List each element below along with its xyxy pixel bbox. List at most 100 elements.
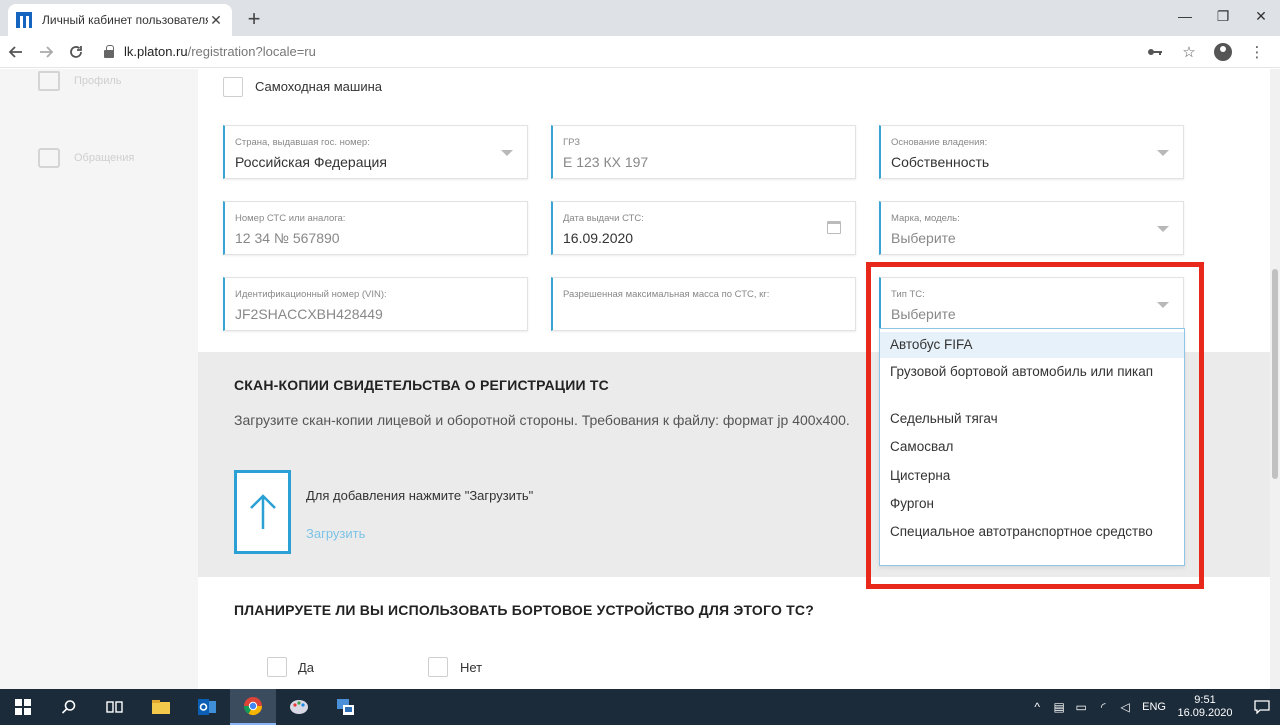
upload-link[interactable]: Загрузить xyxy=(306,526,365,541)
reload-button[interactable] xyxy=(62,38,90,66)
folder-icon xyxy=(152,700,170,714)
account-icon xyxy=(1214,42,1232,61)
sts-number-value: 12 34 № 567890 xyxy=(235,230,340,246)
tab-close-icon[interactable]: ✕ xyxy=(208,12,224,29)
outlook-button[interactable] xyxy=(184,689,230,725)
vehicle-type-select[interactable]: Тип ТС: Выберите xyxy=(879,277,1184,331)
ownership-value: Собственность xyxy=(891,154,990,170)
arrow-up-icon xyxy=(249,494,276,529)
windows-taskbar: ^ ▤ ▭ ◜ ◁ ENG 9:51 16.09.2020 xyxy=(0,689,1280,725)
sidebar-item-label: Обращения xyxy=(74,152,135,164)
browser-toolbar: lk.platon.ru /registration?locale=ru ☆ ⋮ xyxy=(0,36,1280,68)
volume-icon[interactable]: ◁ xyxy=(1114,700,1136,714)
chevron-down-icon xyxy=(1157,302,1169,308)
remote-app-button[interactable] xyxy=(322,689,368,725)
self-propelled-label: Самоходная машина xyxy=(255,79,382,94)
message-icon xyxy=(38,148,60,168)
browser-tab-bar: Личный кабинет пользователя ✕ + — ❐ ✕ xyxy=(0,0,1280,36)
maximize-button[interactable]: ❐ xyxy=(1204,0,1242,32)
minimize-button[interactable]: — xyxy=(1166,0,1204,32)
back-button[interactable] xyxy=(2,38,30,66)
sts-number-input[interactable]: Номер СТС или аналога: 12 34 № 567890 xyxy=(223,201,528,255)
monitor-icon xyxy=(337,699,354,715)
chrome-button[interactable] xyxy=(230,689,276,725)
brand-model-label: Марка, модель: xyxy=(891,213,960,224)
chevron-down-icon xyxy=(1157,226,1169,232)
language-indicator[interactable]: ENG xyxy=(1142,701,1166,713)
close-window-button[interactable]: ✕ xyxy=(1242,0,1280,32)
file-explorer-button[interactable] xyxy=(138,689,184,725)
vehicle-type-option[interactable]: Седельный тягач xyxy=(880,409,1184,428)
vehicle-type-dropdown: Автобус FIFA Грузовой бортовой автомобил… xyxy=(879,328,1185,566)
sidebar-item-profile[interactable]: Профиль xyxy=(38,71,122,91)
browser-tab[interactable]: Личный кабинет пользователя ✕ xyxy=(8,4,232,36)
platon-favicon-icon xyxy=(16,12,32,28)
vehicle-type-option[interactable]: Цистерна xyxy=(880,466,1184,485)
new-tab-button[interactable]: + xyxy=(242,6,266,32)
vehicle-type-label: Тип ТС: xyxy=(891,289,925,300)
vin-input[interactable]: Идентификационный номер (VIN): JF2SHACCX… xyxy=(223,277,528,331)
reload-icon xyxy=(70,45,82,58)
notifications-button[interactable] xyxy=(1244,700,1280,714)
onboard-yes-checkbox[interactable] xyxy=(267,657,287,677)
arrow-left-icon xyxy=(8,45,22,58)
key-icon[interactable] xyxy=(1138,38,1172,66)
chevron-down-icon xyxy=(501,150,513,156)
vehicle-type-option[interactable]: Специальное автотранспортное средство xyxy=(880,522,1184,541)
wifi-icon[interactable]: ◜ xyxy=(1092,700,1114,714)
menu-dots-icon[interactable]: ⋮ xyxy=(1240,38,1274,66)
clock-time: 9:51 xyxy=(1194,694,1216,706)
vehicle-type-option[interactable]: Самосвал xyxy=(880,437,1184,456)
vehicle-type-option[interactable]: Фургон xyxy=(880,494,1184,513)
max-mass-label: Разрешенная максимальная масса по СТС, к… xyxy=(563,289,770,300)
task-view-button[interactable] xyxy=(92,689,138,725)
vehicle-type-option[interactable]: Грузовой бортовой автомобиль или пикап xyxy=(880,362,1184,381)
sidebar-item-label: Профиль xyxy=(74,75,122,87)
plate-input[interactable]: ГРЗ Е 123 КХ 197 xyxy=(551,125,856,179)
scrollbar-thumb[interactable] xyxy=(1272,269,1278,479)
vehicle-type-value: Выберите xyxy=(891,306,956,322)
arrow-right-icon xyxy=(40,45,54,58)
plate-value: Е 123 КХ 197 xyxy=(563,154,649,170)
onboard-yes-label: Да xyxy=(298,660,315,675)
chevron-down-icon xyxy=(1157,150,1169,156)
url-host: lk.platon.ru xyxy=(124,44,188,59)
address-bar[interactable]: lk.platon.ru /registration?locale=ru xyxy=(104,38,1138,66)
profile-button[interactable] xyxy=(1206,38,1240,66)
vin-label: Идентификационный номер (VIN): xyxy=(235,289,387,300)
forward-button[interactable] xyxy=(32,38,60,66)
vehicle-type-option[interactable]: Автобус FIFA xyxy=(880,332,1184,358)
onboard-no-checkbox[interactable] xyxy=(428,657,448,677)
sts-number-label: Номер СТС или аналога: xyxy=(235,213,346,224)
palette-icon xyxy=(290,700,308,714)
onboard-section-title: ПЛАНИРУЕТЕ ЛИ ВЫ ИСПОЛЬЗОВАТЬ БОРТОВОЕ У… xyxy=(234,602,814,618)
upload-dropzone[interactable] xyxy=(234,470,291,554)
chrome-icon xyxy=(244,697,262,716)
brand-model-value: Выберите xyxy=(891,230,956,246)
scan-section-title: СКАН-КОПИИ СВИДЕТЕЛЬСТВА О РЕГИСТРАЦИИ Т… xyxy=(234,377,609,393)
battery-icon[interactable]: ▭ xyxy=(1070,700,1092,714)
document-icon xyxy=(38,71,60,91)
ownership-select[interactable]: Основание владения: Собственность xyxy=(879,125,1184,179)
max-mass-input[interactable]: Разрешенная максимальная масса по СТС, к… xyxy=(551,277,856,331)
self-propelled-checkbox[interactable] xyxy=(223,77,243,97)
star-icon[interactable]: ☆ xyxy=(1172,38,1206,66)
tab-title: Личный кабинет пользователя xyxy=(42,13,208,27)
paint-button[interactable] xyxy=(276,689,322,725)
start-button[interactable] xyxy=(0,689,46,725)
brand-model-select[interactable]: Марка, модель: Выберите xyxy=(879,201,1184,255)
sts-date-input[interactable]: Дата выдачи СТС: 16.09.2020 xyxy=(551,201,856,255)
sidebar: Профиль Обращения xyxy=(0,69,198,689)
clock[interactable]: 9:51 16.09.2020 xyxy=(1174,694,1236,720)
page-scrollbar[interactable] xyxy=(1270,69,1280,689)
country-select[interactable]: Страна, выдавшая гос. номер: Российская … xyxy=(223,125,528,179)
window-controls: — ❐ ✕ xyxy=(1166,0,1280,32)
chevron-up-icon[interactable]: ^ xyxy=(1026,700,1048,714)
notification-icon xyxy=(1254,700,1270,714)
plate-label: ГРЗ xyxy=(563,137,581,148)
network-device-icon[interactable]: ▤ xyxy=(1048,700,1070,714)
search-button[interactable] xyxy=(46,689,92,725)
sts-date-label: Дата выдачи СТС: xyxy=(563,213,644,224)
sidebar-item-requests[interactable]: Обращения xyxy=(38,148,134,168)
calendar-icon[interactable] xyxy=(827,221,841,234)
